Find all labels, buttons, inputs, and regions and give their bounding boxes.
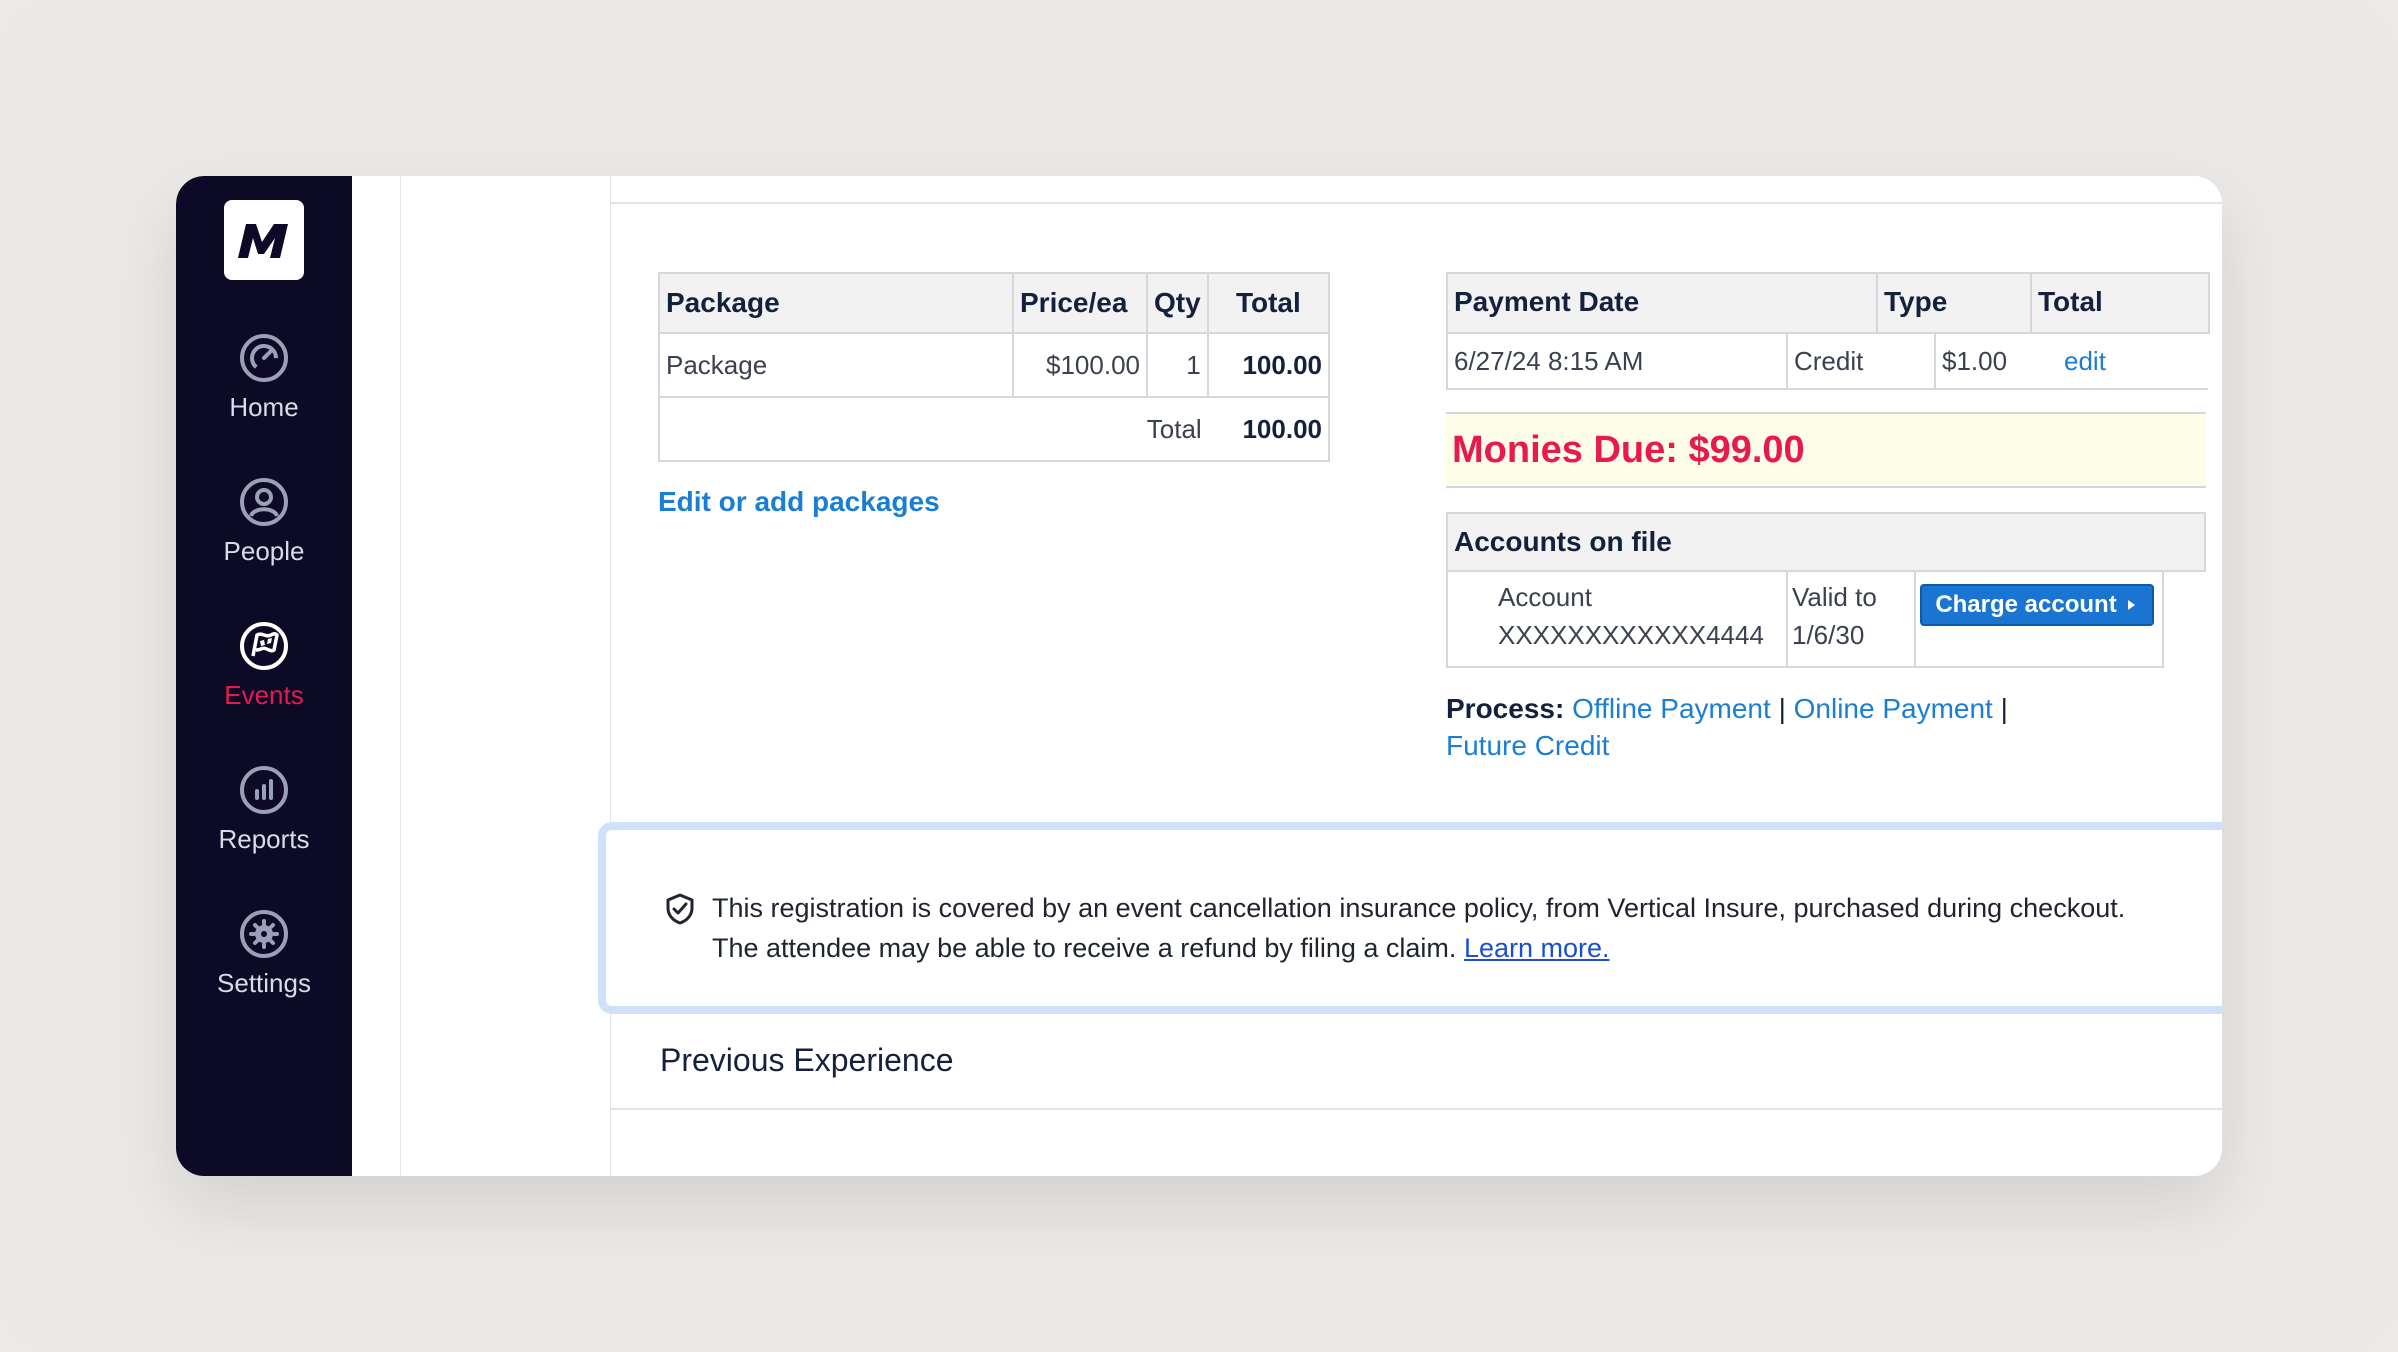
sidebar-item-label: Home [229, 392, 299, 422]
account-label: Account [1498, 582, 1592, 612]
sidebar-item-home[interactable]: Home [176, 332, 352, 423]
edit-payment-link[interactable]: edit [2064, 346, 2106, 377]
monies-due: Monies Due: $99.00 [1446, 412, 2206, 488]
online-payment-link[interactable]: Online Payment [1794, 693, 1993, 724]
payment-row: 6/27/24 8:15 AM Credit $1.00 edit [1446, 332, 2208, 390]
section-title-previous-experience: Previous Experience [660, 1042, 954, 1078]
offline-payment-link[interactable]: Offline Payment [1572, 693, 1771, 724]
edit-packages-link[interactable]: Edit or add packages [658, 486, 940, 518]
divider [1934, 332, 1936, 388]
sidebar-item-people[interactable]: People [176, 476, 352, 567]
sidebar-item-label: People [223, 536, 305, 566]
valid-to-date: 1/6/30 [1792, 620, 1865, 650]
divider [1446, 332, 1448, 388]
charge-account-button[interactable]: Charge account [1920, 584, 2154, 626]
total-value: 100.00 [1207, 396, 1329, 461]
packages-table: Package Price/ea Qty Total Package $100.… [658, 272, 1330, 462]
column-header: Package [659, 273, 1014, 333]
divider [1876, 274, 1878, 332]
person-icon [240, 478, 288, 526]
valid-to-label: Valid to [1792, 582, 1877, 612]
column-header: Total [1207, 273, 1329, 333]
package-total: 100.00 [1207, 332, 1329, 397]
separator: | [2000, 693, 2008, 724]
speedometer-icon [240, 334, 288, 382]
accounts-header: Accounts on file [1446, 512, 2206, 572]
app-window: Home People Events Reports Settings Pack… [176, 176, 2222, 1176]
divider [1786, 332, 1788, 388]
process-links: Process: Offline Payment | Online Paymen… [1446, 690, 2146, 764]
divider [1786, 572, 1788, 666]
column-header: Total [2038, 286, 2103, 317]
main-content: Package Price/ea Qty Total Package $100.… [352, 176, 2222, 1176]
payment-total: $1.00 [1942, 346, 2008, 376]
divider [610, 1108, 2222, 1110]
column-header: Price/ea [1013, 273, 1148, 333]
package-qty: 1 [1147, 332, 1209, 397]
column-header: Type [1884, 286, 1948, 317]
caret-right-icon [2127, 600, 2135, 610]
separator: | [1778, 693, 1786, 724]
package-price: $100.00 [1013, 332, 1148, 397]
payment-type: Credit [1794, 346, 1864, 376]
total-label: Total [659, 396, 1208, 461]
payment-date: 6/27/24 8:15 AM [1454, 346, 1644, 376]
sidebar-item-settings[interactable]: Settings [176, 908, 352, 999]
account-number: XXXXXXXXXXXX4444 [1498, 620, 1764, 650]
bar-chart-icon [240, 766, 288, 814]
sidebar-item-events[interactable]: Events [176, 620, 352, 711]
insurance-line-2: The attendee may be able to receive a re… [712, 933, 1457, 963]
package-name: Package [659, 332, 1014, 397]
sidebar: Home People Events Reports Settings [176, 176, 352, 1176]
insurance-line-1: This registration is covered by an event… [712, 893, 2126, 923]
column-header: Payment Date [1454, 286, 1640, 317]
column-header: Qty [1147, 273, 1209, 333]
shield-check-icon [666, 893, 694, 925]
charge-account-label: Charge account [1935, 591, 2117, 618]
divider [400, 176, 401, 1176]
divider [610, 202, 2222, 204]
sidebar-item-reports[interactable]: Reports [176, 764, 352, 855]
insurance-text: This registration is covered by an event… [712, 888, 2125, 968]
logo-m-icon [238, 224, 288, 258]
insurance-notice: This registration is covered by an event… [598, 822, 2222, 1014]
flag-icon [240, 622, 288, 670]
process-label: Process: [1446, 693, 1565, 724]
table-row: Package $100.00 1 100.00 [659, 332, 1329, 397]
payments-header: Payment Date Type Total [1446, 272, 2210, 334]
divider [610, 176, 611, 1176]
gear-icon [240, 910, 288, 958]
divider [2030, 274, 2032, 332]
future-credit-link[interactable]: Future Credit [1446, 730, 1609, 761]
learn-more-link[interactable]: Learn more. [1464, 933, 1610, 963]
divider [1914, 572, 1916, 666]
sidebar-item-label: Events [224, 680, 304, 710]
sidebar-item-label: Reports [218, 824, 310, 854]
app-logo[interactable] [224, 200, 304, 280]
total-row: Total 100.00 [659, 396, 1329, 461]
sidebar-item-label: Settings [217, 968, 311, 998]
